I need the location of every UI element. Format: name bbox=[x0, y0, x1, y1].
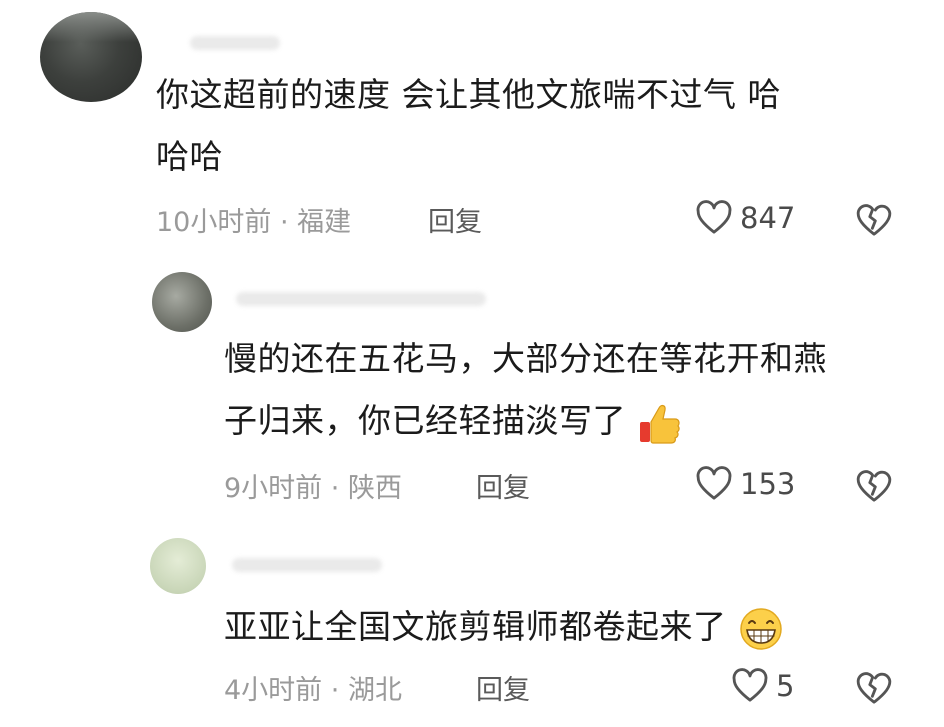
heart-outline-icon bbox=[732, 668, 768, 702]
username-blurred[interactable] bbox=[236, 292, 486, 306]
comment-time: 9小时前 bbox=[224, 473, 323, 504]
comment-text: 亚亚让全国文旅剪辑师都卷起来了 bbox=[224, 596, 924, 658]
thumbs-up-icon bbox=[640, 404, 680, 444]
comment-time: 4小时前 bbox=[224, 675, 323, 706]
reply-button[interactable]: 回复 bbox=[428, 200, 482, 239]
meta-separator: · bbox=[279, 207, 289, 238]
comment-line: 亚亚让全国文旅剪辑师都卷起来了 bbox=[224, 596, 924, 658]
comment-text: 慢的还在五花马，大部分还在等花开和燕 子归来，你已经轻描淡写了 bbox=[224, 328, 924, 452]
avatar[interactable] bbox=[150, 538, 206, 594]
broken-heart-icon bbox=[856, 672, 892, 704]
heart-outline-icon bbox=[696, 200, 732, 234]
username-blurred[interactable] bbox=[232, 558, 382, 572]
comment-location: 福建 bbox=[297, 207, 352, 238]
like-count: 5 bbox=[776, 669, 795, 703]
comment-line: 哈哈 bbox=[156, 137, 223, 176]
meta-separator: · bbox=[330, 473, 340, 504]
comment-location: 陕西 bbox=[347, 473, 402, 504]
avatar[interactable] bbox=[152, 272, 212, 332]
comment-meta: 4小时前 · 湖北 bbox=[224, 668, 402, 707]
comment-time: 10小时前 bbox=[156, 207, 272, 238]
like-count: 153 bbox=[740, 467, 796, 501]
reply-button[interactable]: 回复 bbox=[476, 668, 530, 707]
dislike-button[interactable] bbox=[854, 200, 894, 244]
comment-text: 你这超前的速度 会让其他文旅喘不过气 哈 哈哈 bbox=[156, 64, 916, 188]
grin-icon bbox=[739, 607, 782, 650]
like-button[interactable]: 153 bbox=[694, 464, 795, 504]
broken-heart-icon bbox=[856, 470, 892, 502]
dislike-button[interactable] bbox=[854, 466, 894, 510]
like-button[interactable]: 5 bbox=[730, 666, 794, 706]
like-count: 847 bbox=[740, 201, 796, 235]
avatar[interactable] bbox=[40, 12, 142, 102]
comment-line-text: 亚亚让全国文旅剪辑师都卷起来了 bbox=[224, 607, 727, 646]
comment-line: 你这超前的速度 会让其他文旅喘不过气 哈 bbox=[156, 75, 781, 114]
dislike-button[interactable] bbox=[854, 668, 894, 712]
meta-separator: · bbox=[330, 675, 340, 706]
heart-outline-icon bbox=[696, 466, 732, 500]
username-blurred[interactable] bbox=[190, 36, 280, 50]
comment-line-text: 子归来，你已经轻描淡写了 bbox=[224, 401, 626, 440]
comment-meta: 10小时前 · 福建 bbox=[156, 200, 351, 239]
like-button[interactable]: 847 bbox=[694, 198, 795, 238]
comment-meta: 9小时前 · 陕西 bbox=[224, 466, 402, 505]
comment-location: 湖北 bbox=[347, 675, 402, 706]
reply-button[interactable]: 回复 bbox=[476, 466, 530, 505]
broken-heart-icon bbox=[856, 204, 892, 236]
comment-line: 子归来，你已经轻描淡写了 bbox=[224, 390, 924, 452]
comment-line: 慢的还在五花马，大部分还在等花开和燕 bbox=[224, 339, 827, 378]
